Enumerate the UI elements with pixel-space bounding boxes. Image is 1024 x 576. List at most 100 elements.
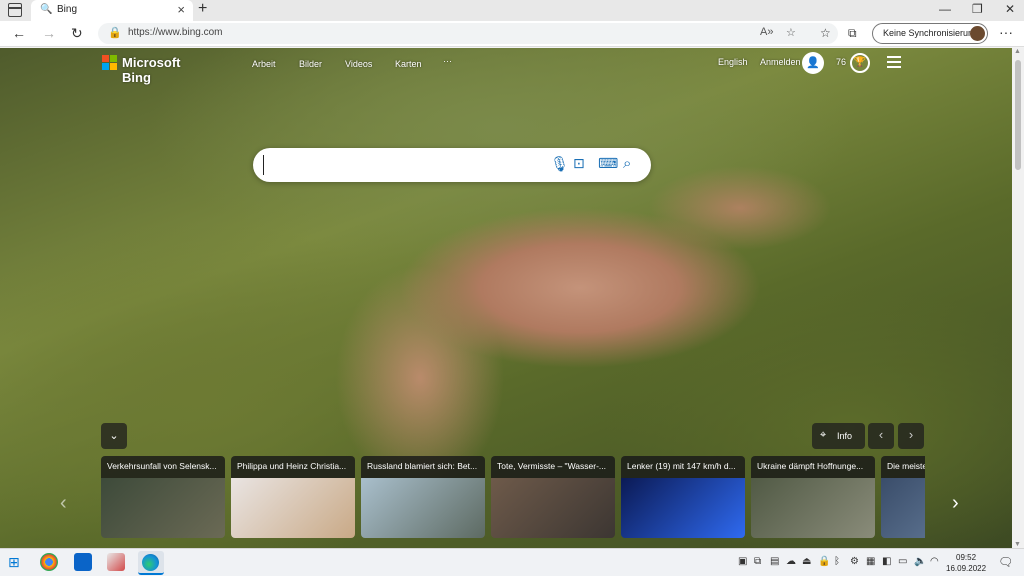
news-card[interactable]: Tote, Vermisste – "Wasser-... — [491, 456, 615, 538]
news-card-image — [361, 478, 485, 538]
close-window-icon[interactable]: ✕ — [1005, 2, 1015, 16]
news-card-image — [491, 478, 615, 538]
collections-icon[interactable]: ⧉ — [848, 26, 857, 41]
tray-app-icon-4[interactable]: ▦ — [866, 556, 875, 567]
reward-points[interactable]: 76 — [836, 57, 846, 67]
hamburger-menu-icon[interactable] — [887, 56, 901, 68]
bluetooth-icon[interactable]: ᛒ — [834, 556, 840, 567]
bing-homepage: Microsoft Bing Arbeit Bilder Videos Kart… — [0, 48, 1012, 548]
user-icon[interactable]: 👤 — [802, 52, 824, 74]
read-aloud-icon[interactable]: A» — [760, 26, 773, 38]
nav-karten[interactable]: Karten — [395, 59, 422, 69]
scrollbar-thumb[interactable] — [1015, 60, 1021, 170]
forward-icon[interactable]: → — [42, 25, 56, 41]
windows-start-icon[interactable]: ⊞ — [8, 554, 30, 574]
clock-date: 16.09.2022 — [946, 564, 987, 573]
lock-icon[interactable]: 🔒 — [108, 26, 122, 39]
search-box[interactable]: 🎙 ⊡ ⌨ ⌕ — [253, 148, 651, 182]
address-url: https://www.bing.com — [128, 27, 223, 38]
language-link[interactable]: English — [718, 57, 748, 67]
news-card[interactable]: Ukraine dämpft Hoffnunge... — [751, 456, 875, 538]
maximize-icon[interactable]: ❐ — [972, 2, 983, 16]
system-clock[interactable]: 09:52 16.09.2022 — [946, 552, 986, 574]
volume-icon[interactable]: 🔈 — [914, 556, 926, 567]
paint-icon[interactable] — [107, 553, 125, 571]
nav-more[interactable]: ··· — [443, 56, 452, 66]
news-card-image — [101, 478, 225, 538]
news-card-title: Philippa und Heinz Christia... — [231, 456, 355, 478]
search-icon[interactable]: ⌕ — [623, 155, 631, 172]
edge-icon[interactable] — [142, 554, 159, 571]
tray-app-icon-2[interactable]: ⧉ — [754, 556, 761, 567]
news-card-title: Ukraine dämpft Hoffnunge... — [751, 456, 875, 478]
tab-actions-icon[interactable] — [8, 3, 22, 17]
battery-icon[interactable]: ▭ — [898, 556, 907, 567]
back-icon[interactable]: ← — [12, 25, 26, 41]
tray-app-icon-3[interactable]: ⚙ — [850, 556, 859, 567]
sync-label: Keine Synchronisierung — [883, 28, 979, 38]
address-toolbar: ← → ↻ 🔒 https://www.bing.com A» ☆ ☆ ⧉ Ke… — [0, 21, 1024, 47]
news-card-image — [621, 478, 745, 538]
info-button[interactable]: ⌖ Info — [812, 423, 865, 449]
bing-logo[interactable]: Microsoft Bing — [102, 55, 212, 85]
page-scrollbar[interactable]: ▲ ▼ — [1012, 48, 1024, 548]
news-card[interactable]: Russland blamiert sich: Bet... — [361, 456, 485, 538]
security-icon[interactable]: 🔒 — [818, 556, 830, 567]
news-card-image — [751, 478, 875, 538]
favorites-icon[interactable]: ☆ — [820, 26, 831, 40]
carousel-prev-icon[interactable]: ‹ — [60, 492, 67, 515]
address-bar[interactable]: 🔒 https://www.bing.com A» ☆ — [98, 23, 838, 44]
carousel-next-icon[interactable]: › — [952, 492, 959, 515]
refresh-icon[interactable]: ↻ — [71, 25, 83, 42]
clock-time: 09:52 — [956, 553, 977, 562]
ms-logo-red — [102, 55, 109, 62]
logo-text: Microsoft Bing — [122, 55, 181, 85]
collapse-feed-button[interactable]: ⌄ — [101, 423, 127, 449]
bing-favicon-icon: 🔍 — [40, 4, 53, 15]
news-card[interactable]: Philippa und Heinz Christia... — [231, 456, 355, 538]
ms-logo-blue — [102, 63, 109, 70]
search-input[interactable] — [263, 155, 533, 175]
notification-icon[interactable]: 🗨 — [998, 555, 1013, 569]
news-card-title: Verkehrsunfall von Selensk... — [101, 456, 225, 478]
browser-window: 🔍 Bing × + — ❐ ✕ ← → ↻ 🔒 https://www.bin… — [0, 0, 1024, 548]
profile-sync-button[interactable]: Keine Synchronisierung — [872, 23, 988, 44]
onedrive-icon[interactable]: ☁ — [786, 556, 796, 567]
tray-app-icon-5[interactable]: ◧ — [882, 556, 891, 567]
favorite-add-icon[interactable]: ☆ — [786, 26, 796, 39]
tray-app-icon-1[interactable]: ▣ — [738, 556, 747, 567]
close-tab-icon[interactable]: × — [177, 2, 185, 17]
microphone-icon[interactable]: 🎙 — [550, 155, 569, 173]
previous-image-button[interactable]: ‹ — [868, 423, 894, 449]
ms-logo-yellow — [110, 63, 117, 70]
nav-bilder[interactable]: Bilder — [299, 59, 322, 69]
more-options-icon[interactable]: ··· — [999, 24, 1013, 40]
minimize-icon[interactable]: — — [939, 2, 951, 16]
news-card[interactable]: Die meister — [881, 456, 925, 538]
next-image-button[interactable]: › — [898, 423, 924, 449]
outlook-icon[interactable] — [74, 553, 92, 571]
tab-bing[interactable]: 🔍 Bing × — [31, 0, 193, 21]
wifi-icon[interactable]: ◠ — [930, 556, 939, 567]
nav-arbeit[interactable]: Arbeit — [252, 59, 276, 69]
keyboard-icon[interactable]: ⌨ — [598, 155, 618, 172]
news-card-image — [881, 478, 925, 538]
info-label: Info — [837, 431, 853, 441]
news-card[interactable]: Lenker (19) mit 147 km/h d... — [621, 456, 745, 538]
nav-videos[interactable]: Videos — [345, 59, 372, 69]
sign-in-link[interactable]: Anmelden — [760, 57, 801, 67]
new-tab-icon[interactable]: + — [198, 0, 207, 18]
profile-avatar — [970, 26, 985, 41]
news-card-title: Die meister — [881, 456, 925, 478]
scroll-up-icon[interactable]: ▲ — [1014, 48, 1021, 55]
tray-teams-icon[interactable]: ▤ — [770, 556, 779, 567]
news-card[interactable]: Verkehrsunfall von Selensk... — [101, 456, 225, 538]
news-card-title: Russland blamiert sich: Bet... — [361, 456, 485, 478]
chrome-icon[interactable] — [40, 553, 58, 571]
scroll-down-icon[interactable]: ▼ — [1014, 541, 1021, 548]
rewards-trophy-icon[interactable]: 🏆 — [850, 53, 870, 73]
usb-icon[interactable]: ⏏ — [802, 556, 811, 567]
location-pin-icon: ⌖ — [820, 429, 827, 441]
visual-search-icon[interactable]: ⊡ — [573, 155, 585, 172]
news-card-title: Tote, Vermisste – "Wasser-... — [491, 456, 615, 478]
